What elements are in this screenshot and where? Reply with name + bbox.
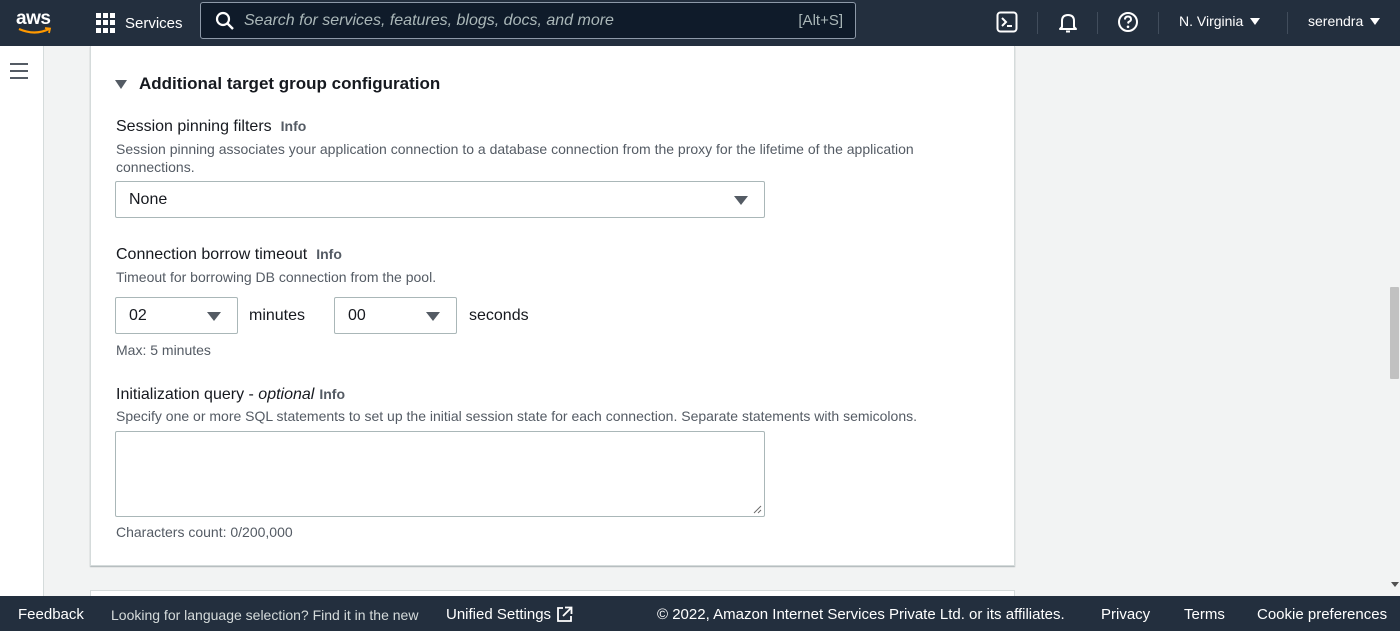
caret-down-icon bbox=[1250, 17, 1261, 25]
caret-down-icon bbox=[426, 312, 440, 321]
caret-down-icon bbox=[207, 312, 221, 321]
description-line: connections. bbox=[116, 159, 195, 175]
search-input[interactable] bbox=[244, 11, 774, 30]
account-menu[interactable]: serendra bbox=[1308, 13, 1381, 29]
privacy-link[interactable]: Privacy bbox=[1101, 606, 1150, 623]
session-pinning-info-link[interactable]: Info bbox=[281, 118, 307, 134]
borrow-timeout-label: Connection borrow timeout Info bbox=[116, 246, 342, 264]
page-scrollbar[interactable] bbox=[1388, 46, 1400, 596]
services-menu-button[interactable]: Services bbox=[96, 0, 183, 46]
description-line: Session pinning associates your applicat… bbox=[116, 141, 914, 157]
init-query-textarea[interactable] bbox=[115, 431, 765, 517]
caret-down-icon bbox=[115, 79, 127, 89]
seconds-select[interactable]: 00 bbox=[334, 297, 457, 334]
bell-icon[interactable] bbox=[1057, 11, 1079, 33]
services-grid-icon bbox=[96, 13, 116, 33]
account-label: serendra bbox=[1308, 13, 1364, 29]
region-selector[interactable]: N. Virginia bbox=[1179, 13, 1261, 29]
aws-smile-icon bbox=[18, 27, 52, 34]
nav-divider bbox=[1158, 12, 1159, 34]
minutes-select[interactable]: 02 bbox=[115, 297, 238, 334]
init-query-label: Initialization query - optional Info bbox=[116, 386, 345, 404]
services-label: Services bbox=[125, 14, 183, 32]
session-pinning-description: Session pinning associates your applicat… bbox=[116, 140, 914, 176]
resize-grip-icon[interactable] bbox=[752, 504, 762, 514]
session-pinning-select[interactable]: None bbox=[115, 181, 765, 218]
section-title: Additional target group configuration bbox=[139, 74, 441, 93]
nav-divider bbox=[1097, 12, 1098, 34]
region-label: N. Virginia bbox=[1179, 13, 1244, 29]
cookie-preferences-link[interactable]: Cookie preferences bbox=[1257, 606, 1387, 623]
borrow-timeout-constraint: Max: 5 minutes bbox=[116, 342, 211, 358]
search-bar[interactable]: [Alt+S] bbox=[200, 2, 856, 39]
external-link-icon bbox=[557, 606, 573, 622]
terms-link[interactable]: Terms bbox=[1184, 606, 1225, 623]
unified-settings-link[interactable]: Unified Settings bbox=[446, 606, 551, 623]
session-pinning-label: Session pinning filters Info bbox=[116, 118, 306, 136]
borrow-timeout-label-text: Connection borrow timeout bbox=[116, 246, 308, 263]
caret-down-icon bbox=[1370, 17, 1381, 25]
seconds-value: 00 bbox=[348, 306, 366, 324]
caret-down-icon bbox=[734, 196, 748, 205]
init-query-info-link[interactable]: Info bbox=[319, 386, 345, 402]
minutes-unit-label: minutes bbox=[249, 307, 306, 324]
nav-divider bbox=[1037, 12, 1038, 34]
seconds-unit-label: seconds bbox=[469, 307, 529, 324]
top-navigation-bar: aws Services [Alt+S] N. Virgin bbox=[0, 0, 1400, 46]
char-count: Characters count: 0/200,000 bbox=[116, 524, 293, 540]
language-prompt: Looking for language selection? Find it … bbox=[111, 607, 419, 623]
feedback-link[interactable]: Feedback bbox=[18, 606, 84, 623]
scroll-down-arrow-icon[interactable] bbox=[1391, 582, 1399, 587]
additional-config-toggle[interactable]: Additional target group configuration bbox=[115, 74, 440, 94]
aws-logo[interactable]: aws bbox=[14, 8, 56, 36]
init-query-label-text: Initialization query - bbox=[116, 386, 259, 403]
copyright-text: © 2022, Amazon Internet Services Private… bbox=[657, 606, 1065, 623]
side-navigation-rail bbox=[0, 46, 44, 596]
search-shortcut-hint: [Alt+S] bbox=[798, 12, 843, 29]
cloudshell-icon[interactable] bbox=[996, 11, 1018, 33]
borrow-timeout-info-link[interactable]: Info bbox=[316, 246, 342, 262]
footer-bar: Feedback Looking for language selection?… bbox=[0, 596, 1400, 631]
search-icon bbox=[215, 11, 234, 30]
nav-divider bbox=[1287, 12, 1288, 34]
init-query-description: Specify one or more SQL statements to se… bbox=[116, 408, 918, 424]
help-icon[interactable] bbox=[1117, 11, 1139, 33]
borrow-timeout-description: Timeout for borrowing DB connection from… bbox=[116, 269, 437, 285]
session-pinning-label-text: Session pinning filters bbox=[116, 118, 272, 135]
hamburger-menu-icon[interactable] bbox=[10, 63, 28, 79]
scrollbar-thumb[interactable] bbox=[1390, 287, 1399, 379]
session-pinning-selected: None bbox=[129, 190, 168, 208]
optional-marker: optional bbox=[258, 386, 315, 403]
minutes-value: 02 bbox=[129, 306, 147, 324]
